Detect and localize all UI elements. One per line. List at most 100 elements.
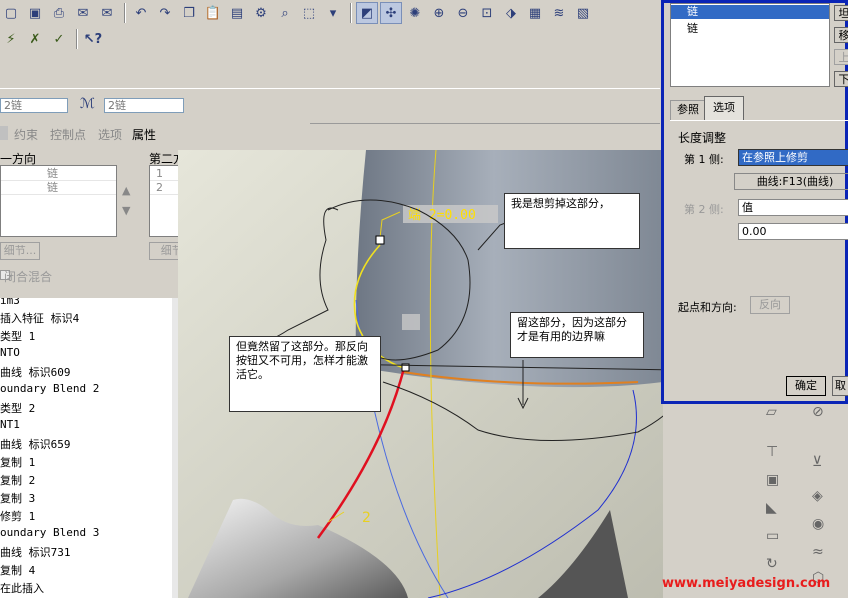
save-icon[interactable]: ▣ <box>24 2 46 24</box>
trim-dialog: 链 链 坦 移 上 下 参照 选项 长度调整 第 1 侧: 在参照上修剪 曲线:… <box>661 0 848 404</box>
side1-curve-button[interactable]: 曲线:F13(曲线) <box>734 173 848 190</box>
list-item[interactable]: 链 <box>1 181 116 195</box>
zoom-in-icon[interactable]: ⊕ <box>428 2 450 24</box>
tab-control-points[interactable]: 控制点 <box>50 126 86 143</box>
options-page: 长度调整 第 1 侧: 在参照上修剪 曲线:F13(曲线) 第 2 侧: 值 0… <box>670 120 848 373</box>
move-up-button[interactable]: 上 <box>834 49 848 65</box>
tree-item[interactable]: 修剪 1 <box>0 508 35 524</box>
tab-properties[interactable]: 属性 <box>132 126 156 143</box>
reorient-icon[interactable]: ⬗ <box>500 2 522 24</box>
tree-item[interactable]: 类型 1 <box>0 328 35 344</box>
ok-button[interactable]: 确定 <box>786 376 826 396</box>
tree-item[interactable]: im3 <box>0 298 20 307</box>
saved-views-icon[interactable]: ▦ <box>524 2 546 24</box>
draft-icon[interactable]: ◈ <box>812 488 823 504</box>
tree-item[interactable]: 在此插入 <box>0 580 44 596</box>
second-direction-collector[interactable]: 2链 <box>104 98 184 113</box>
cancel-button[interactable]: 取 <box>832 376 848 396</box>
refit-icon[interactable]: ⊡ <box>476 2 498 24</box>
watermark: www.meiyadesign.com <box>662 576 831 591</box>
new-file-icon[interactable]: ▢ <box>0 2 22 24</box>
context-help-icon[interactable]: ↖? <box>82 28 104 50</box>
move-down-icon[interactable]: ▼ <box>122 204 130 217</box>
shell-icon[interactable]: ⊻ <box>812 454 822 470</box>
first-direction-collector[interactable]: 2链 <box>0 98 68 113</box>
side2-label: 第 2 侧: <box>684 203 724 216</box>
reference-list[interactable]: 链 链 <box>670 3 830 87</box>
zoom-out-icon[interactable]: ⊖ <box>452 2 474 24</box>
add-button[interactable]: 坦 <box>834 5 848 21</box>
email-icon[interactable]: ✉ <box>96 2 118 24</box>
model-display-icon[interactable]: ▧ <box>572 2 594 24</box>
tab-references[interactable]: 参照 <box>670 100 706 121</box>
datum-axis-icon[interactable]: ⊘ <box>812 404 824 420</box>
reverse-button[interactable]: 反向 <box>750 296 790 314</box>
main-toolbar: ▢ ▣ ⎙ ✉ ✉ ↶ ↷ ❐ 📋 ▤ ⚙ ⌕ ⬚ ▾ ◩ ✣ ✺ ⊕ ⊖ ⊡ … <box>0 0 665 52</box>
tree-item[interactable]: 曲线 标识659 <box>0 436 71 452</box>
tab-options[interactable]: 选项 <box>704 96 744 121</box>
tree-item[interactable]: oundary Blend 2 <box>0 382 99 395</box>
analysis-x-icon[interactable]: ✗ <box>24 28 46 50</box>
send-icon[interactable]: ✉ <box>72 2 94 24</box>
layers-icon[interactable]: ≋ <box>548 2 570 24</box>
sweep-icon[interactable]: ≈ <box>812 544 824 560</box>
tree-item[interactable]: 复制 3 <box>0 490 35 506</box>
tree-item[interactable]: 复制 2 <box>0 472 35 488</box>
tree-item[interactable]: oundary Blend 3 <box>0 526 99 539</box>
side2-select[interactable]: 值 <box>738 199 848 216</box>
closed-blend-label: 闭合混合 <box>4 270 53 284</box>
side1-label: 第 1 侧: <box>684 153 724 166</box>
list-item[interactable]: 链 <box>1 167 116 181</box>
spin-center-icon[interactable]: ✺ <box>404 2 426 24</box>
model-tree[interactable]: im3 插入特征 标识4 类型 1 NTO 曲线 标识609 oundary B… <box>0 298 173 598</box>
tree-item[interactable]: 曲线 标识609 <box>0 364 71 380</box>
dashboard-tabs: 约束 控制点 选项 属性 <box>0 122 310 144</box>
hole-icon[interactable]: ⊤ <box>766 444 778 460</box>
drag-handle-top[interactable] <box>375 235 385 245</box>
copy-icon[interactable]: ❐ <box>178 2 200 24</box>
remove-button[interactable]: 移 <box>834 27 848 43</box>
drag-handle-mid[interactable] <box>402 314 420 330</box>
move-down-button[interactable]: 下 <box>834 71 848 87</box>
first-direction-details-button[interactable]: 细节... <box>0 242 40 260</box>
extrude-icon[interactable]: ▭ <box>766 528 779 544</box>
tree-item[interactable]: 曲线 标识731 <box>0 544 71 560</box>
tab-curves-fragment[interactable] <box>0 126 8 140</box>
select-box-icon[interactable]: ⬚ <box>298 2 320 24</box>
rib-icon[interactable]: ▣ <box>766 472 779 488</box>
graphics-window[interactable]: 2 端 2=0.00 我是想剪掉这部分， 留这部分，因为这部分 才是有用的边界嘛… <box>178 150 663 598</box>
tree-item[interactable]: 复制 4 <box>0 562 35 578</box>
tree-item[interactable]: 类型 2 <box>0 400 35 416</box>
list-item-selected[interactable]: 链 <box>671 5 829 19</box>
paste-icon[interactable]: 📋 <box>202 2 224 24</box>
tree-item[interactable]: NTO <box>0 346 20 359</box>
regenerate-icon[interactable]: ⚙ <box>250 2 272 24</box>
round-icon[interactable]: ◣ <box>766 500 777 516</box>
tab-options[interactable]: 选项 <box>98 126 122 143</box>
datum-plane-icon[interactable]: ▱ <box>766 404 777 420</box>
analysis-icon[interactable]: ⚡ <box>0 28 22 50</box>
redo-icon[interactable]: ↷ <box>154 2 176 24</box>
find-icon[interactable]: ⌕ <box>274 2 296 24</box>
first-direction-list[interactable]: 链 链 <box>0 165 117 237</box>
tree-item[interactable]: NT1 <box>0 418 20 431</box>
analysis-check-icon[interactable]: ✓ <box>48 28 70 50</box>
side2-value-input[interactable]: 0.00 <box>738 223 848 240</box>
length-adjust-label: 长度调整 <box>678 131 727 145</box>
undo-icon[interactable]: ↶ <box>130 2 152 24</box>
move-up-icon[interactable]: ▲ <box>122 184 130 197</box>
feature-toolbar: ▱ ⊘ ⊤ ⊻ ▣ ◈ ◣ ◉ ▭ ≈ ↻ ⬡ <box>760 400 848 598</box>
paste-special-icon[interactable]: ▤ <box>226 2 248 24</box>
tree-item[interactable]: 复制 1 <box>0 454 35 470</box>
tree-item[interactable]: 插入特征 标识4 <box>0 310 79 326</box>
datum-display-icon[interactable]: ◩ <box>356 2 378 24</box>
chamfer-icon[interactable]: ◉ <box>812 516 824 532</box>
side1-select[interactable]: 在参照上修剪 <box>738 149 848 166</box>
revolve-icon[interactable]: ↻ <box>766 556 778 572</box>
list-item[interactable]: 链 <box>687 20 698 36</box>
note-cut-region: 我是想剪掉这部分， <box>504 193 640 249</box>
tab-constraints[interactable]: 约束 <box>14 126 38 143</box>
print-icon[interactable]: ⎙ <box>48 2 70 24</box>
dropdown-arrow-icon[interactable]: ▾ <box>322 2 344 24</box>
point-display-icon[interactable]: ✣ <box>380 2 402 24</box>
